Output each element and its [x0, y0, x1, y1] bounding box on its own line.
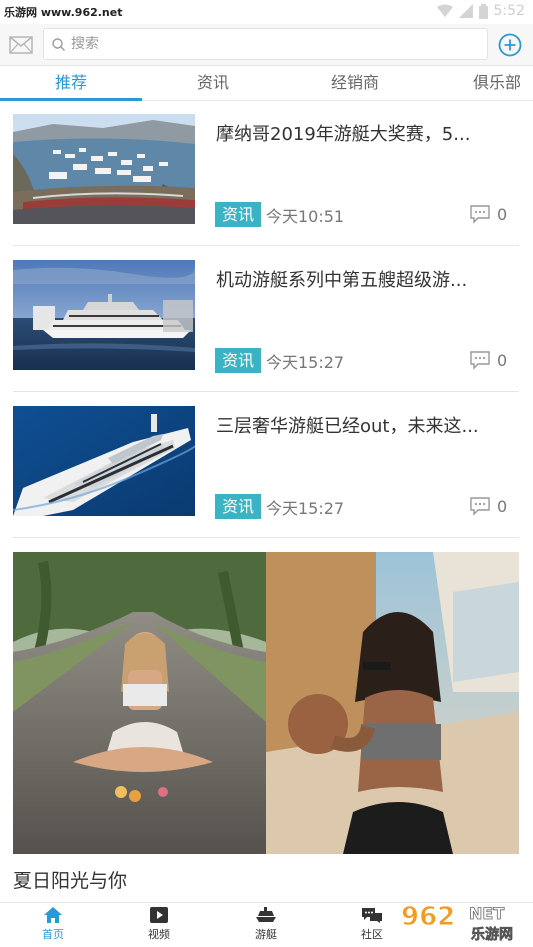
- comment-icon: [470, 351, 490, 370]
- nav-community-label: 社区: [361, 928, 383, 941]
- news-time: 今天15:27: [266, 353, 345, 372]
- news-tag: 资讯: [215, 202, 261, 227]
- video-icon: [150, 907, 168, 923]
- tab-clubs[interactable]: 俱乐部: [426, 67, 533, 101]
- tab-recommend[interactable]: 推荐: [0, 67, 142, 101]
- news-item[interactable]: 摩纳哥2019年游艇大奖赛，5... 资讯 今天10:51 0: [13, 114, 519, 246]
- news-item[interactable]: 三层奢华游艇已经out，未来这... 资讯 今天15:27 0: [13, 406, 519, 538]
- logo-text-net: NET: [469, 904, 504, 923]
- news-title: 机动游艇系列中第五艘超级游...: [216, 270, 468, 291]
- logo-text-cn: 乐游网: [471, 926, 513, 943]
- search-input[interactable]: [71, 36, 451, 52]
- nav-yacht-label: 游艇: [255, 928, 277, 941]
- site-watermark: 乐游网 www.962.net: [4, 6, 123, 19]
- home-icon: [44, 907, 62, 923]
- add-icon[interactable]: [498, 33, 522, 57]
- news-tag: 资讯: [215, 494, 261, 519]
- mail-icon: [9, 36, 33, 54]
- mail-button[interactable]: [8, 33, 34, 57]
- news-comment[interactable]: 0: [469, 350, 507, 370]
- signal-icon: [458, 4, 473, 18]
- news-time: 今天10:51: [266, 207, 345, 226]
- search-icon: [52, 37, 65, 51]
- comment-icon: [470, 497, 490, 516]
- news-title: 摩纳哥2019年游艇大奖赛，5...: [216, 124, 471, 145]
- nav-video-label: 视频: [148, 928, 170, 941]
- news-thumbnail-monaco-harbor: [13, 114, 195, 224]
- news-title: 三层奢华游艇已经out，未来这...: [216, 416, 479, 437]
- featured-banner-image[interactable]: [13, 552, 519, 854]
- wifi-icon: [436, 4, 453, 17]
- comment-count: 0: [497, 350, 508, 370]
- nav-video[interactable]: 视频: [129, 906, 189, 946]
- status-bar: 乐游网 www.962.net 5:52: [0, 0, 533, 24]
- news-comment[interactable]: 0: [469, 204, 507, 224]
- search-row: [0, 24, 533, 66]
- comment-count: 0: [497, 496, 508, 516]
- tab-dealers[interactable]: 经销商: [284, 67, 426, 101]
- category-tabs: 推荐 资讯 经销商 俱乐部: [0, 67, 533, 101]
- status-time: 5:52: [493, 3, 525, 19]
- tab-news[interactable]: 资讯: [142, 67, 284, 101]
- news-thumbnail-luxury-yacht: [13, 406, 195, 516]
- banner-caption: 夏日阳光与你: [13, 870, 128, 892]
- news-time: 今天15:27: [266, 499, 345, 518]
- battery-icon: [478, 3, 488, 19]
- news-comment[interactable]: 0: [469, 496, 507, 516]
- news-tag: 资讯: [215, 348, 261, 373]
- comment-count: 0: [497, 204, 508, 224]
- logo-text-number: 962: [401, 902, 455, 932]
- nav-home-label: 首页: [42, 928, 64, 941]
- nav-yacht[interactable]: 游艇: [236, 906, 296, 946]
- tab-indicator: [0, 98, 142, 101]
- news-item[interactable]: 机动游艇系列中第五艘超级游... 资讯 今天15:27 0: [13, 260, 519, 392]
- yacht-icon: [256, 907, 276, 922]
- nav-home[interactable]: 首页: [23, 906, 83, 946]
- news-thumbnail-superyacht: [13, 260, 195, 370]
- community-icon: [362, 908, 382, 923]
- site-logo: 962 NET 乐游网: [401, 902, 514, 944]
- comment-icon: [470, 205, 490, 224]
- search-box[interactable]: [43, 28, 488, 60]
- status-icons: 5:52: [436, 3, 525, 19]
